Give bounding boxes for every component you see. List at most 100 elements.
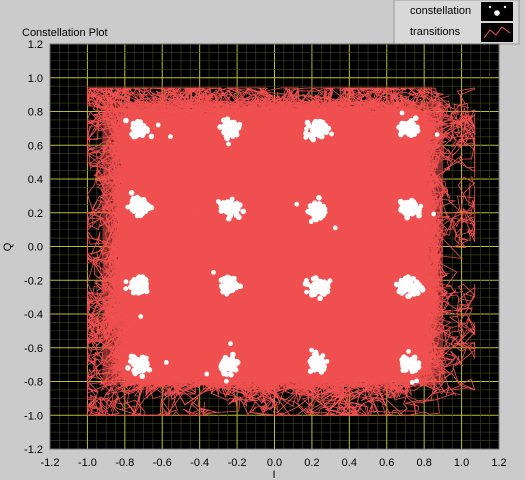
x-tick-label: -1.0 <box>78 457 97 469</box>
x-tick-label: -0.8 <box>115 457 134 469</box>
constellation-point <box>137 198 144 205</box>
constellation-point <box>315 119 322 125</box>
constellation-point <box>401 281 407 286</box>
x-tick-label: -0.2 <box>228 457 247 469</box>
constellation-point <box>407 126 413 132</box>
constellation-point <box>418 203 424 209</box>
constellation-point <box>163 360 169 365</box>
constellation-point <box>233 213 239 218</box>
constellation-point <box>131 208 137 214</box>
x-tick-label: 0.8 <box>417 457 432 469</box>
constellation-point <box>303 134 309 140</box>
constellation-point <box>231 275 237 282</box>
constellation-point <box>139 373 146 380</box>
constellation-point <box>240 208 246 215</box>
constellation-point <box>317 360 323 366</box>
constellation-point <box>225 199 231 205</box>
constellation-point <box>146 205 152 211</box>
chart-title: Constellation Plot <box>22 27 108 39</box>
constellation-point <box>417 282 422 288</box>
constellation-point <box>230 281 236 287</box>
y-tick-label: 0.6 <box>28 140 43 152</box>
y-tick-labels: 1.2 1.0 0.8 0.6 0.4 0.2 0.0 -0.2 -0.4 -0.6 -0.8 -1.… <box>24 39 43 456</box>
constellation-point <box>304 119 311 126</box>
constellation-point <box>431 211 437 217</box>
constellation-point <box>312 211 319 218</box>
constellation-point <box>224 291 230 297</box>
transition-density <box>102 101 443 385</box>
constellation-point <box>233 123 239 129</box>
constellation-point <box>221 117 227 124</box>
constellation-point <box>318 369 325 375</box>
constellation-point <box>310 124 316 130</box>
constellation-point <box>134 282 140 289</box>
x-tick-label: -0.4 <box>190 457 209 469</box>
y-tick-label: -1.0 <box>24 410 43 422</box>
constellation-point <box>123 286 129 291</box>
legend-swatch-transitions[interactable] <box>481 23 513 42</box>
constellation-point <box>411 205 417 211</box>
constellation-point <box>143 288 150 295</box>
constellation-point <box>304 278 309 283</box>
constellation-point <box>413 286 420 293</box>
constellation-point <box>237 283 243 290</box>
constellation-point <box>309 284 316 290</box>
y-tick-label: -0.6 <box>24 343 43 355</box>
x-tick-labels: -1.2 -1.0 -0.8 -0.6 -0.4 -0.2 0.0 0.2 0.4 0.6 0.8 1… <box>41 457 507 469</box>
constellation-point <box>135 131 141 137</box>
constellation-point <box>223 282 229 289</box>
constellation-point <box>229 196 235 202</box>
constellation-point <box>134 366 141 372</box>
constellation-point <box>231 366 237 373</box>
constellation-point <box>235 360 241 365</box>
constellation-point <box>123 117 129 124</box>
x-tick-label: 0.0 <box>267 457 282 469</box>
constellation-point <box>294 201 300 207</box>
constellation-point <box>228 341 233 346</box>
constellation-point <box>224 378 229 384</box>
constellation-point <box>139 124 146 131</box>
x-tick-label: 1.2 <box>491 457 506 469</box>
constellation-point <box>320 212 326 218</box>
constellation-point <box>130 289 137 296</box>
constellation-point <box>408 291 414 296</box>
constellation-point <box>327 278 333 284</box>
constellation-point <box>135 357 141 364</box>
x-tick-label: 1.0 <box>454 457 469 469</box>
constellation-point <box>414 378 420 384</box>
y-axis-title: Q <box>2 242 14 251</box>
constellation-point <box>125 365 131 371</box>
constellation-point <box>408 132 415 138</box>
y-tick-label: 1.0 <box>28 73 43 85</box>
legend-swatch-constellation[interactable] <box>481 2 513 21</box>
x-tick-label: -1.2 <box>41 457 60 469</box>
x-tick-label: 0.2 <box>304 457 319 469</box>
legend-label-transitions: transitions <box>410 26 461 38</box>
constellation-point <box>402 275 408 281</box>
constellation-point <box>402 366 409 372</box>
constellation-point <box>329 131 334 137</box>
constellation-point <box>143 355 149 361</box>
constellation-point <box>226 141 232 147</box>
constellation-point <box>211 270 216 275</box>
constellation-point <box>307 358 314 365</box>
constellation-point <box>324 359 330 364</box>
constellation-point <box>227 206 233 212</box>
y-tick-label: -0.8 <box>24 377 43 389</box>
constellation-point <box>230 351 236 358</box>
y-tick-label: 0.2 <box>28 208 43 220</box>
constellation-point <box>233 207 240 213</box>
constellation-point <box>311 352 317 357</box>
constellation-point <box>316 278 322 285</box>
constellation-point <box>304 289 309 295</box>
constellation-point <box>226 360 232 367</box>
constellation-point <box>411 122 417 128</box>
constellation-point <box>403 207 409 213</box>
constellation-point <box>125 204 131 210</box>
constellation-point <box>131 134 137 140</box>
constellation-point <box>221 358 227 364</box>
constellation-point <box>399 290 405 296</box>
y-tick-label: 1.2 <box>28 39 43 51</box>
constellation-chart: Constellation Plot constellation transit… <box>2 0 520 480</box>
x-axis-title: I <box>272 469 275 480</box>
